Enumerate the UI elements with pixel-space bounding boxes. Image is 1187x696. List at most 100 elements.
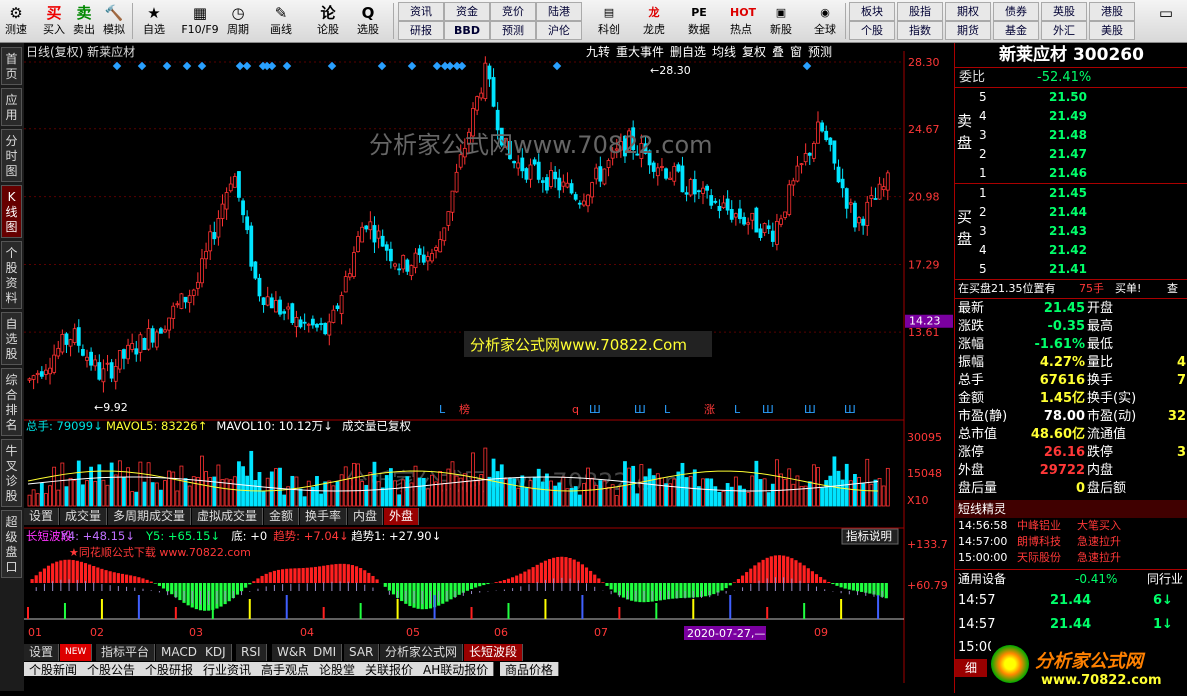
kline-header-button[interactable]: 预测 <box>808 45 832 59</box>
elves-name[interactable]: 天际股份 <box>1017 550 1061 566</box>
left-tab-4[interactable]: 个股资料 <box>1 241 22 309</box>
toolbar-grid-button[interactable]: 陆港 <box>536 2 582 21</box>
left-tab-3[interactable]: K线图 <box>1 185 22 238</box>
kline-header-button[interactable]: 均线 <box>712 45 736 59</box>
toolbar-grid-button[interactable]: 资金 <box>444 2 490 21</box>
indicator-tab-2[interactable]: 指标平台 <box>96 644 156 661</box>
kline-header-button[interactable]: 删自选 <box>670 45 706 59</box>
toolbar-market-button[interactable]: 港股 <box>1089 2 1135 21</box>
toolbar-button2-3[interactable]: HOT 热点 <box>722 1 760 41</box>
elves-name[interactable]: 中峰铝业 <box>1017 518 1061 534</box>
toolbar-market-button[interactable]: 板块 <box>849 2 895 21</box>
toolbar-button-0[interactable]: ⚙ 测速 <box>0 1 32 41</box>
toolbar-market-button[interactable]: 期权 <box>945 2 991 21</box>
volume-tab-7[interactable]: 外盘 <box>384 508 420 525</box>
toolbar-button2-0[interactable]: ▤ 科创 <box>590 1 628 41</box>
toolbar-market-button[interactable]: 基金 <box>993 21 1039 40</box>
volume-tab-3[interactable]: 虚拟成交量 <box>192 508 264 525</box>
info-tab-7[interactable]: AH联动报价 <box>418 662 495 676</box>
ask-price[interactable]: 21.49 <box>1049 107 1087 126</box>
kline-header-button[interactable]: 九转 <box>586 44 610 59</box>
indicator-tab-4[interactable]: KDJ <box>200 644 232 661</box>
info-tab-6[interactable]: 关联报价 <box>360 662 420 676</box>
left-tab-0[interactable]: 首页 <box>1 47 22 85</box>
info-tab-4[interactable]: 高手观点 <box>256 662 316 676</box>
toolbar-market-button[interactable]: 外汇 <box>1041 21 1087 40</box>
sector-link[interactable]: 同行业 <box>1147 570 1183 588</box>
indicator-tab-0[interactable]: 设置 <box>24 644 60 661</box>
bid-price[interactable]: 21.43 <box>1049 222 1087 241</box>
toolbar-button-9[interactable]: Q 选股 <box>352 1 384 41</box>
candle-body <box>294 317 299 328</box>
kline-header-button[interactable]: 复权 <box>742 45 766 59</box>
toolbar-button-4[interactable]: ★ 自选 <box>138 1 170 41</box>
left-tab-5[interactable]: 自选股 <box>1 312 22 365</box>
toolbar-grid-button[interactable]: 沪伦 <box>536 21 582 40</box>
toolbar-button-5[interactable]: ▦ F10/F9 <box>178 1 222 41</box>
bid-price[interactable]: 21.45 <box>1049 184 1087 203</box>
left-tab-7[interactable]: 牛叉诊股 <box>1 439 22 507</box>
toolbar-market-button[interactable]: 美股 <box>1089 21 1135 40</box>
toolbar-button2-1[interactable]: 龙龙虎 <box>635 1 673 41</box>
notice-link[interactable]: 查 <box>1167 280 1178 298</box>
toolbar-grid-button[interactable]: 预测 <box>490 21 536 40</box>
volume-tab-1[interactable]: 成交量 <box>60 508 108 525</box>
volume-tab-6[interactable]: 内盘 <box>348 508 384 525</box>
left-tab-1[interactable]: 应用 <box>1 88 22 126</box>
toolbar-market-button[interactable]: 个股 <box>849 21 895 40</box>
toolbar-button2-2[interactable]: PE 数据 <box>680 1 718 41</box>
info-tab-1[interactable]: 个股公告 <box>82 662 142 676</box>
kline-header-button[interactable]: 窗 <box>790 45 802 59</box>
left-tab-8[interactable]: 超级盘口 <box>1 510 22 578</box>
left-tab-2[interactable]: 分时图 <box>1 129 22 182</box>
toolbar-button-7[interactable]: ✎ 画线 <box>265 1 297 41</box>
bid-price[interactable]: 21.44 <box>1049 203 1087 222</box>
indicator-tab-5[interactable]: RSI <box>236 644 267 661</box>
toolbar-grid-button[interactable]: 资讯 <box>398 2 444 21</box>
indicator-tab-9[interactable]: 分析家公式网 <box>380 644 464 661</box>
toolbar-market-button[interactable]: 英股 <box>1041 2 1087 21</box>
kline-header-button[interactable]: 重大事件 <box>616 45 664 59</box>
bid-price[interactable]: 21.42 <box>1049 241 1087 260</box>
ask-price[interactable]: 21.50 <box>1049 88 1087 107</box>
toolbar-button-3[interactable]: 🔨 模拟 <box>98 1 130 41</box>
volume-tab-0[interactable]: 设置 <box>24 508 60 525</box>
toolbar-market-button[interactable]: 期货 <box>945 21 991 40</box>
toolbar-grid-button[interactable]: 研报 <box>398 21 444 40</box>
info-tab-0[interactable]: 个股新闻 <box>24 662 84 676</box>
indicator-tab-7[interactable]: DMI <box>308 644 343 661</box>
info-tab-2[interactable]: 个股研报 <box>140 662 200 676</box>
ask-price[interactable]: 21.46 <box>1049 164 1087 183</box>
toolbar-extra-icon[interactable]: ▭ <box>1148 1 1184 41</box>
left-tab-6[interactable]: 综合排名 <box>1 368 22 436</box>
indicator-tab-3[interactable]: MACD <box>156 644 203 661</box>
toolbar-button-8[interactable]: 论论股 <box>312 1 344 41</box>
ask-price[interactable]: 21.48 <box>1049 126 1087 145</box>
toolbar-market-button[interactable]: 股指 <box>897 2 943 21</box>
bid-price[interactable]: 21.41 <box>1049 260 1087 279</box>
kline-header-button[interactable]: 叠 <box>772 45 784 59</box>
toolbar-button-1[interactable]: 买买入 <box>38 1 70 41</box>
info-tab-3[interactable]: 行业资讯 <box>198 662 258 676</box>
elves-name[interactable]: 朗博科技 <box>1017 534 1061 550</box>
toolbar-market-button[interactable]: 债券 <box>993 2 1039 21</box>
toolbar-market-button[interactable]: 指数 <box>897 21 943 40</box>
indicator-tab-6[interactable]: W&R <box>272 644 313 661</box>
toolbar-button2-5[interactable]: ◉ 全球 <box>806 1 844 41</box>
toolbar-grid-button[interactable]: BBD <box>444 21 490 40</box>
detail-tab[interactable]: 细 <box>955 659 987 677</box>
toolbar-button2-4[interactable]: ▣ 新股 <box>762 1 800 41</box>
volume-tab-5[interactable]: 换手率 <box>300 508 348 525</box>
toolbar-button-2[interactable]: 卖卖出 <box>68 1 100 41</box>
volume-tab-2[interactable]: 多周期成交量 <box>108 508 192 525</box>
info-tab-8[interactable]: 商品价格 <box>500 662 560 676</box>
toolbar-button-6[interactable]: ◷ 周期 <box>222 1 254 41</box>
sector-label[interactable]: 通用设备 <box>958 570 1006 588</box>
info-tab-5[interactable]: 论股堂 <box>314 662 362 676</box>
toolbar-grid-button[interactable]: 竞价 <box>490 2 536 21</box>
volume-tab-4[interactable]: 金额 <box>264 508 300 525</box>
ask-price[interactable]: 21.47 <box>1049 145 1087 164</box>
indicator-tab-10[interactable]: 长短波段 <box>464 644 524 661</box>
indicator-tab-8[interactable]: SAR <box>344 644 380 661</box>
indicator-tab-1[interactable]: NEW <box>60 644 93 661</box>
